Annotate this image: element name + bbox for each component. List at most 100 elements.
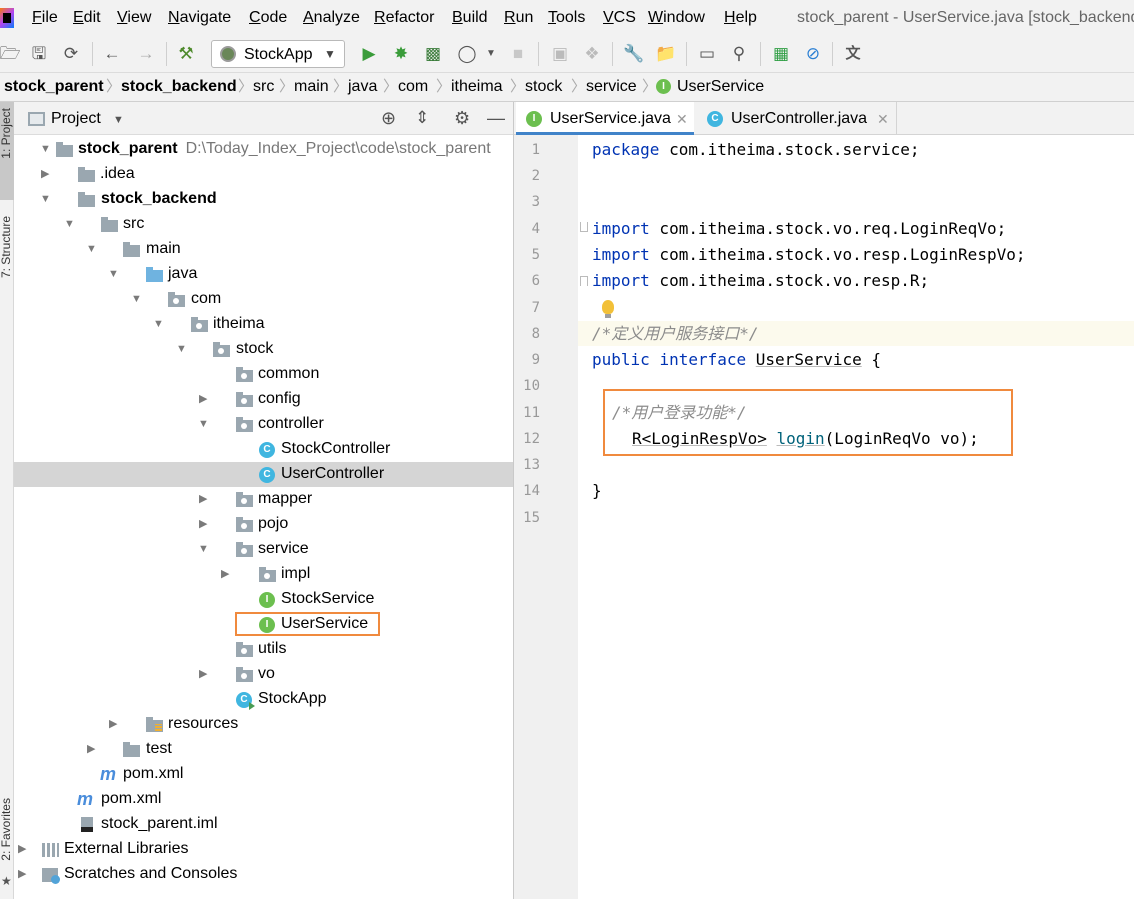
run-icon[interactable]: ▶ [359,44,379,64]
menu-code[interactable]: Code [249,8,287,28]
menu-file[interactable]: File [32,8,58,28]
tree-node-pom-backend[interactable]: m pom.xml [14,762,513,787]
collapsed-arrow-icon[interactable]: ▶ [41,166,53,182]
breadcrumb-item[interactable]: stock_backend [121,77,237,97]
save-icon[interactable]: 🖫 [29,44,49,64]
close-icon[interactable]: ✕ [676,109,688,129]
collapsed-arrow-icon[interactable]: ▶ [18,841,30,857]
expanded-arrow-icon[interactable]: ▼ [86,241,98,257]
tree-node-stock-parent[interactable]: ▼ stock_parent D:\Today_Index_Project\cod… [14,137,513,162]
breadcrumb-item[interactable]: src [253,77,274,97]
tree-node-stockapp[interactable]: C StockApp [14,687,513,712]
project-panel-title[interactable]: Project [51,109,101,129]
back-arrow-icon[interactable]: ← [102,44,122,64]
breadcrumb-item[interactable]: stock [525,77,562,97]
statistic-icon[interactable]: ▦ [771,44,791,64]
tree-node-itheima[interactable]: ▼ itheima [14,312,513,337]
update-icon[interactable]: ▣ [550,44,570,64]
open-folder-icon[interactable]: 🗁 [0,44,21,64]
collapsed-arrow-icon[interactable]: ▶ [199,666,211,682]
tree-node-utils[interactable]: utils [14,637,513,662]
menu-window[interactable]: Window [648,8,705,28]
expanded-arrow-icon[interactable]: ▼ [40,191,52,207]
expanded-arrow-icon[interactable]: ▼ [198,541,210,557]
tree-node-stockservice[interactable]: I StockService [14,587,513,612]
expanded-arrow-icon[interactable]: ▼ [40,141,52,157]
expanded-arrow-icon[interactable]: ▼ [176,341,188,357]
build-hammer-icon[interactable]: ⚒ [176,44,196,64]
expanded-arrow-icon[interactable]: ▼ [64,216,76,232]
sync-icon[interactable]: ⟳ [61,44,81,64]
settings-wrench-icon[interactable]: 🔧 [623,44,644,64]
tree-node-com[interactable]: ▼ com [14,287,513,312]
collapsed-arrow-icon[interactable]: ▶ [109,716,121,732]
tree-node-common[interactable]: common [14,362,513,387]
breadcrumb-item[interactable]: main [294,77,329,97]
tree-node-usercontroller[interactable]: C UserController [14,462,513,487]
menu-run[interactable]: Run [504,8,533,28]
breadcrumb-item[interactable]: UserService [677,77,764,97]
side-tab-project[interactable]: 1: Project [0,108,14,159]
stop-icon[interactable]: ■ [508,44,528,64]
side-tab-favorites[interactable]: 2: Favorites [0,798,14,861]
terminal-icon[interactable]: ▭ [697,44,717,64]
chevron-down-icon[interactable]: ▼ [113,110,124,130]
tree-node-test[interactable]: ▶ test [14,737,513,762]
tab-usercontroller-java[interactable]: C UserController.java ✕ [697,102,897,135]
deploy-icon[interactable]: ❖ [582,44,602,64]
run-configuration-selector[interactable]: StockApp ▼ [211,40,345,68]
profile-icon[interactable]: ◯ [457,44,477,64]
tree-node-stockcontroller[interactable]: C StockController [14,437,513,462]
tree-node-mapper[interactable]: ▶ mapper [14,487,513,512]
tree-node-pojo[interactable]: ▶ pojo [14,512,513,537]
tree-node-stock-backend[interactable]: ▼ stock_backend [14,187,513,212]
side-tab-structure[interactable]: 7: Structure [0,216,14,278]
breadcrumb-item[interactable]: stock_parent [4,77,104,97]
menu-refactor[interactable]: Refactor [374,8,434,28]
tree-node-external-libraries[interactable]: ▶ External Libraries [14,837,513,862]
search-icon[interactable]: ⚲ [729,44,749,64]
lightbulb-icon[interactable] [602,300,614,318]
tree-node-controller[interactable]: ▼ controller [14,412,513,437]
menu-build[interactable]: Build [452,8,488,28]
debug-icon[interactable]: ✸ [391,44,411,64]
breadcrumb-item[interactable]: com [398,77,428,97]
translate-icon[interactable]: 文 [843,44,863,64]
chevron-down-icon[interactable]: ▼ [481,44,501,64]
expanded-arrow-icon[interactable]: ▼ [131,291,143,307]
fold-marker-icon[interactable] [580,222,588,232]
hide-panel-icon[interactable]: — [487,107,505,129]
collapsed-arrow-icon[interactable]: ▶ [18,866,30,882]
menu-edit[interactable]: Edit [73,8,101,28]
collapsed-arrow-icon[interactable]: ▶ [87,741,99,757]
collapsed-arrow-icon[interactable]: ▶ [199,516,211,532]
menu-help[interactable]: Help [724,8,757,28]
tree-node-src[interactable]: ▼ src [14,212,513,237]
tree-node-pom-parent[interactable]: m pom.xml [14,787,513,812]
tree-node-parent-iml[interactable]: stock_parent.iml [14,812,513,837]
breadcrumb-item[interactable]: itheima [451,77,503,97]
fold-marker-icon[interactable] [580,276,588,286]
collapse-all-icon[interactable]: ⇕ [415,107,429,129]
collapsed-arrow-icon[interactable]: ▶ [199,391,211,407]
project-structure-icon[interactable]: 📁 [655,44,676,64]
tree-node-service[interactable]: ▼ service [14,537,513,562]
menu-navigate[interactable]: Navigate [168,8,231,28]
expanded-arrow-icon[interactable]: ▼ [198,416,210,432]
expanded-arrow-icon[interactable]: ▼ [153,316,165,332]
collapsed-arrow-icon[interactable]: ▶ [199,491,211,507]
breadcrumb-item[interactable]: service [586,77,637,97]
locate-crosshair-icon[interactable]: ⊕ [381,107,396,129]
tree-node-main[interactable]: ▼ main [14,237,513,262]
menu-vcs[interactable]: VCS [603,8,636,28]
tree-node-config[interactable]: ▶ config [14,387,513,412]
tree-node-impl[interactable]: ▶ impl [14,562,513,587]
expanded-arrow-icon[interactable]: ▼ [108,266,120,282]
tree-node-idea[interactable]: ▶ .idea [14,162,513,187]
close-icon[interactable]: ✕ [877,109,889,129]
coverage-icon[interactable]: ▩ [423,44,443,64]
forward-arrow-icon[interactable]: → [136,44,156,64]
tree-node-resources[interactable]: ▶ resources [14,712,513,737]
tree-node-java[interactable]: ▼ java [14,262,513,287]
menu-tools[interactable]: Tools [548,8,585,28]
